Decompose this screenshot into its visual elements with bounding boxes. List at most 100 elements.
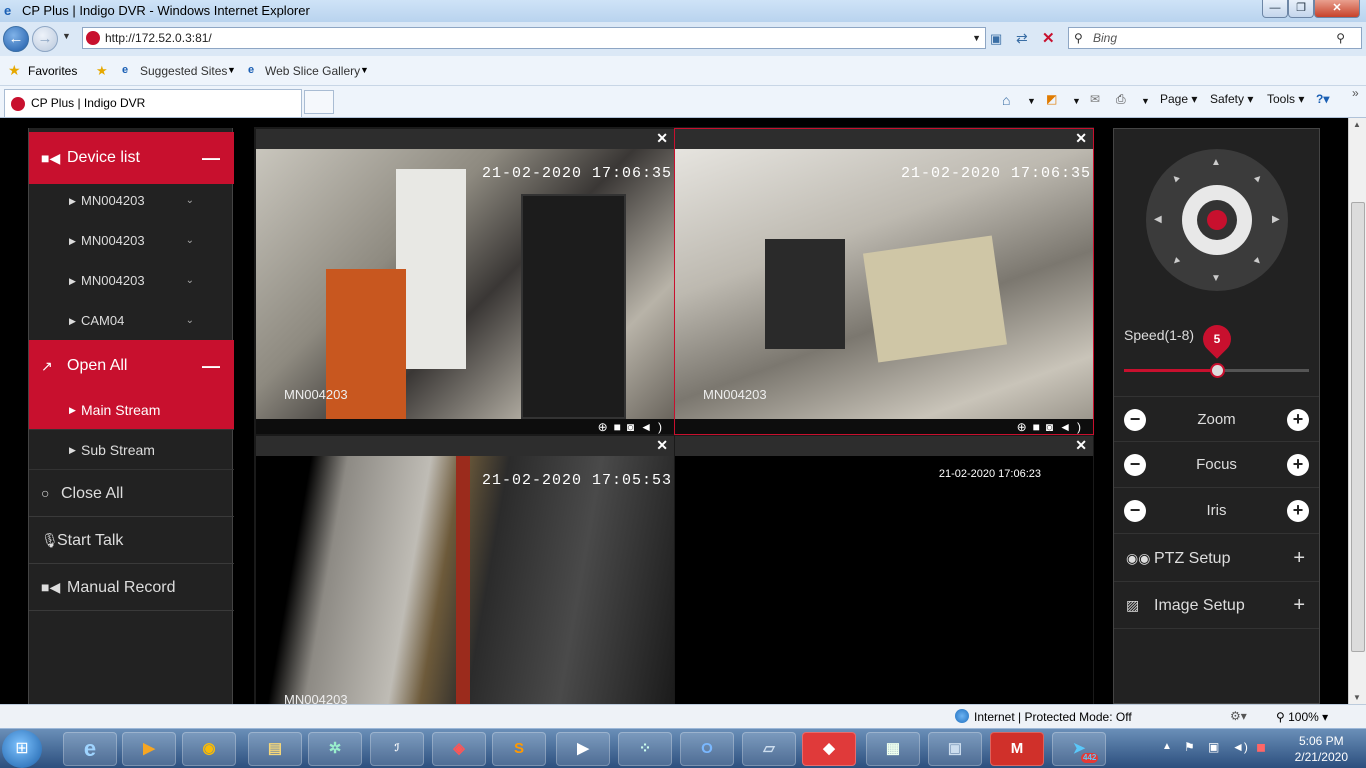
taskbar-video-icon[interactable]: ▶ [556,732,610,766]
focus-plus-button[interactable]: + [1287,454,1309,476]
speed-slider-knob[interactable] [1210,363,1225,378]
main-stream-item[interactable]: ▶ Main Stream [29,390,234,430]
start-talk-button[interactable]: 🎙 Start Talk [29,517,234,564]
recent-pages-icon[interactable]: ▼ [62,31,71,41]
arrow-up-icon[interactable]: ▲ [1211,157,1221,168]
print-icon[interactable]: ⎙ [1116,92,1126,107]
camera-tile[interactable]: ✕ 21-02-2020 17:06:35 MN004203 ⊕■◙◄) [674,128,1094,435]
minimize-button[interactable]: — [1262,0,1288,18]
device-item[interactable]: ▶ MN004203 ⌄ [29,261,234,301]
back-button[interactable]: ← [3,26,29,52]
snapshot-icon[interactable]: ◙ [1046,420,1059,434]
close-camera-icon[interactable]: ✕ [656,130,668,147]
add-favorite-icon[interactable]: ★ [96,63,108,79]
manual-record-button[interactable]: ■◀ Manual Record [29,564,234,611]
refresh-icon[interactable]: ⇄ [1016,30,1028,47]
taskbar-app-icon[interactable]: S [492,732,546,766]
record-icon[interactable]: ■ [614,420,627,434]
camera-tile[interactable]: ✕ 21-02-2020 17:05:53 MN004203 [256,436,674,704]
taskbar-app-icon[interactable]: ▱ [742,732,796,766]
iris-minus-button[interactable]: − [1124,500,1146,522]
safety-menu[interactable]: Safety ▾ [1210,92,1253,106]
system-clock[interactable]: 5:06 PM 2/21/2020 [1295,733,1348,765]
taskbar-app-icon[interactable]: ◈ [432,732,486,766]
chevron-down-icon[interactable]: ⌄ [186,261,194,301]
device-item[interactable]: ▶ CAM04 ⌄ [29,301,234,341]
new-tab-button[interactable] [304,90,334,114]
expand-plus-icon[interactable]: + [1293,582,1305,629]
close-all-button[interactable]: ○ Close All [29,470,234,517]
taskbar-media-player-icon[interactable]: ▶ [122,732,176,766]
ptz-setup-button[interactable]: ◉◉ PTZ Setup + [1114,535,1319,582]
help-icon[interactable]: ?▾ [1316,92,1329,106]
search-go-icon[interactable]: ⚲ [1336,28,1345,48]
expand-plus-icon[interactable]: + [1293,535,1305,582]
image-setup-button[interactable]: ▨ Image Setup + [1114,582,1319,629]
tray-network-icon[interactable]: ▣ [1208,740,1219,754]
forward-button[interactable]: → [32,26,58,52]
feeds-icon[interactable]: ◩ [1046,92,1057,106]
url-dropdown-icon[interactable]: ▼ [972,28,981,48]
arrow-left-icon[interactable]: ◀ [1154,214,1162,225]
zoom-in-icon[interactable]: ⊕ [598,420,614,434]
tray-app-icon[interactable]: ◼ [1256,740,1266,754]
collapse-icon[interactable]: — [202,132,220,184]
protected-mode-icon[interactable]: ⚙▾ [1230,709,1247,723]
taskbar-anydesk-icon[interactable]: ◆ [802,732,856,766]
zoom-out-button[interactable]: − [1124,409,1146,431]
search-input[interactable]: ⚲ Bing ⚲ [1068,27,1362,49]
arrow-up-left-icon[interactable]: ▲ [1169,171,1184,186]
taskbar-network-icon[interactable]: ✲ [308,732,362,766]
zoom-in-button[interactable]: + [1287,409,1309,431]
arrow-right-icon[interactable]: ▶ [1272,214,1280,225]
mail-icon[interactable]: ✉ [1090,92,1100,106]
zoom-in-icon[interactable]: ⊕ [1017,420,1033,434]
taskbar-app-icon[interactable]: ▣ [928,732,982,766]
taskbar-ie-icon[interactable]: e [63,732,117,766]
taskbar-app-icon[interactable]: ▦ [866,732,920,766]
record-icon[interactable]: ■ [1033,420,1046,434]
chevron-down-icon[interactable]: ⌄ [186,301,194,341]
iris-plus-button[interactable]: + [1287,500,1309,522]
close-window-button[interactable]: ✕ [1314,0,1360,18]
suggested-sites-link[interactable]: Suggested Sites [140,64,227,78]
arrow-down-icon[interactable]: ▼ [1211,273,1221,284]
focus-minus-button[interactable]: − [1124,454,1146,476]
home-icon[interactable]: ⌂ [1002,92,1010,108]
chevron-down-icon[interactable]: ⌄ [186,181,194,221]
collapse-icon[interactable]: — [202,340,220,392]
web-slice-gallery-link[interactable]: Web Slice Gallery [265,64,360,78]
device-list-header[interactable]: ■◀ Device list — [29,132,234,184]
taskbar-app-icon[interactable]: ℐ [370,732,424,766]
start-button[interactable]: ⊞ [2,730,42,768]
close-camera-icon[interactable]: ✕ [1075,437,1087,454]
taskbar-telegram-icon[interactable]: ➤ 442 [1052,732,1106,766]
ptz-joystick[interactable]: ▲ ▼ ◀ ▶ ▲ ▲ ▼ ▼ [1146,149,1288,291]
camera-controls[interactable]: ⊕■◙◄) [598,420,668,434]
taskbar-explorer-icon[interactable]: ▤ [248,732,302,766]
scroll-down-icon[interactable]: ▼ [1353,693,1361,702]
maximize-button[interactable]: ❐ [1288,0,1314,18]
record-dot-icon[interactable] [1207,210,1227,230]
page-menu[interactable]: Page ▾ [1160,92,1197,106]
close-camera-icon[interactable]: ✕ [656,437,668,454]
zoom-level[interactable]: ⚲ 100% ▾ [1276,710,1328,724]
stop-icon[interactable]: ✕ [1042,29,1055,47]
tab-cp-plus[interactable]: CP Plus | Indigo DVR [4,89,302,117]
chevron-down-icon[interactable]: ⌄ [186,221,194,261]
url-input[interactable]: http://172.52.0.3:81/ ▼ [82,27,986,49]
toolbar-overflow-icon[interactable]: » [1352,86,1359,100]
taskbar-outlook-icon[interactable]: O [680,732,734,766]
suggested-sites-dropdown-icon[interactable]: ▼ [227,65,236,75]
arrow-down-left-icon[interactable]: ▼ [1169,254,1184,269]
feeds-dropdown-icon[interactable]: ▼ [1072,96,1081,106]
web-slice-dropdown-icon[interactable]: ▼ [360,65,369,75]
close-camera-icon[interactable]: ✕ [1075,130,1087,147]
tray-show-hidden-icon[interactable]: ▲ [1162,741,1172,752]
taskbar-chrome-icon[interactable]: ◉ [182,732,236,766]
sub-stream-item[interactable]: ▶ Sub Stream [29,430,234,470]
audio-icon[interactable]: ◄) [640,420,668,434]
camera-tile[interactable]: ✕ 21-02-2020 17:06:35 MN004203 ⊕■◙◄) [256,129,674,434]
compatibility-view-icon[interactable]: ▣ [990,31,1002,47]
print-dropdown-icon[interactable]: ▼ [1141,96,1150,106]
